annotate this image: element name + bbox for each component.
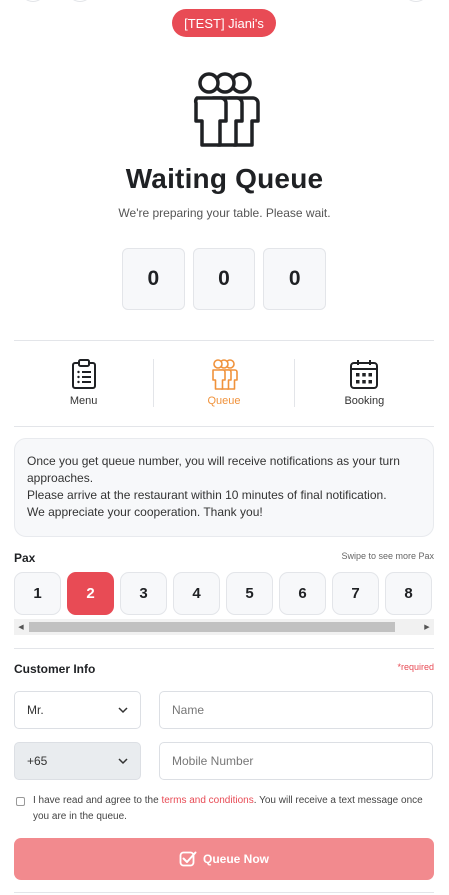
agreement-text: I have read and agree to the terms and c…: [33, 793, 434, 825]
clipboard-list-icon: [71, 359, 96, 389]
tab-label: Menu: [69, 395, 98, 407]
divider: [14, 340, 434, 341]
queue-digit: 0: [263, 248, 327, 310]
divider: [14, 648, 434, 649]
notice-line: We appreciate your cooperation. Thank yo…: [27, 505, 263, 519]
pax-option[interactable]: 6: [279, 572, 326, 615]
notice-line: Please arrive at the restaurant within 1…: [27, 488, 387, 502]
scroll-right-arrow-icon[interactable]: ▶: [420, 619, 434, 635]
scroll-thumb[interactable]: [29, 622, 395, 632]
pax-option[interactable]: 1: [14, 572, 61, 615]
store-name-badge: [TEST] Jiani's: [172, 9, 276, 37]
pax-label: Pax: [14, 551, 36, 565]
pax-swipe-hint: Swipe to see more Pax: [341, 551, 434, 561]
queue-now-label: Queue Now: [202, 852, 269, 866]
queue-digit: 0: [122, 248, 185, 310]
pax-scrollbar[interactable]: ◀ ▶: [14, 619, 434, 635]
terms-link[interactable]: terms and conditions: [161, 795, 253, 806]
salutation-value: Mr.: [27, 703, 44, 717]
page-subtitle: We're preparing your table. Please wait.: [118, 206, 331, 220]
top-circle-left: [20, 0, 46, 2]
top-circle-right: [403, 0, 429, 2]
queue-notice: Once you get queue number, you will rece…: [14, 438, 434, 537]
mobile-field[interactable]: [159, 742, 433, 780]
top-circle-left-2: [67, 0, 93, 2]
pax-option-selected[interactable]: 2: [67, 572, 114, 615]
country-code-value: +65: [27, 754, 48, 768]
customer-info-title: Customer Info: [14, 662, 96, 676]
tab-label: Booking: [344, 395, 385, 407]
name-field[interactable]: [159, 691, 433, 729]
people-queue-icon: [212, 359, 238, 390]
pax-selector[interactable]: 1 2 3 4 5 6 7 8 9: [14, 572, 434, 616]
page-title: Waiting Queue: [125, 163, 324, 194]
queue-now-button[interactable]: Queue Now: [14, 838, 434, 880]
pax-option[interactable]: 7: [332, 572, 379, 615]
nav-tabs: Menu Queue Booking: [14, 355, 434, 411]
pax-option[interactable]: 5: [226, 572, 273, 615]
chevron-down-icon: [118, 758, 128, 765]
divider: [14, 892, 434, 893]
queue-digit: 0: [192, 248, 256, 310]
chevron-down-icon: [118, 707, 128, 714]
tab-queue[interactable]: Queue: [154, 355, 293, 411]
pax-track: 1 2 3 4 5 6 7 8 9: [14, 572, 434, 615]
country-code-select[interactable]: +65: [14, 742, 141, 780]
pax-option[interactable]: 8: [385, 572, 432, 615]
top-decoration: [0, 0, 449, 2]
scroll-left-arrow-icon[interactable]: ◀: [14, 619, 28, 635]
mobile-input[interactable]: [172, 754, 420, 768]
required-note: *required: [397, 662, 434, 672]
pax-option[interactable]: 3: [120, 572, 167, 615]
tab-label: Queue: [207, 395, 241, 407]
pax-option[interactable]: 4: [173, 572, 220, 615]
tab-booking[interactable]: Booking: [295, 355, 434, 411]
check-square-icon: [179, 851, 197, 867]
salutation-select[interactable]: Mr.: [14, 691, 141, 729]
notice-line: Once you get queue number, you will rece…: [27, 454, 400, 485]
tab-menu[interactable]: Menu: [14, 355, 153, 411]
calendar-icon: [350, 360, 379, 389]
agree-checkbox[interactable]: [16, 797, 25, 806]
name-input[interactable]: [172, 703, 420, 717]
people-queue-icon: [193, 72, 260, 147]
agreement: I have read and agree to the terms and c…: [14, 793, 434, 825]
queue-number-display: 0 0 0: [122, 248, 327, 310]
agreement-prefix: I have read and agree to the: [33, 795, 162, 806]
divider: [14, 426, 434, 427]
